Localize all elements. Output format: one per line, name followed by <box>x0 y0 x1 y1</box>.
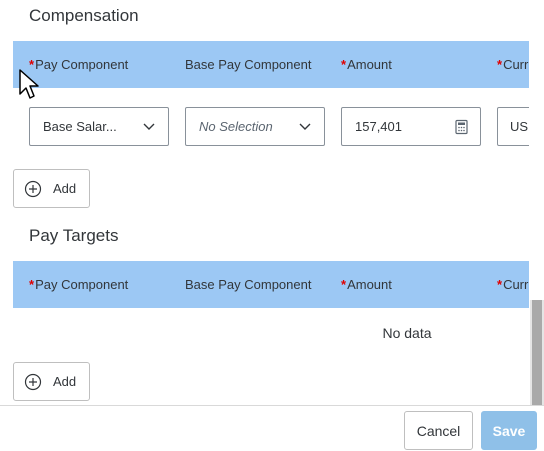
no-data-text: No data <box>382 325 432 341</box>
column-header-currency: *Curr <box>497 57 529 72</box>
chevron-down-icon <box>299 123 311 130</box>
currency-value: US <box>510 119 529 134</box>
pay-targets-add-button[interactable]: Add <box>13 362 90 401</box>
pay-component-select[interactable]: Base Salar... <box>29 107 169 146</box>
add-circle-icon <box>24 180 42 197</box>
column-header-pay-component: *Pay Component <box>29 57 129 72</box>
base-pay-component-select[interactable]: No Selection <box>185 107 325 146</box>
column-header-amount: *Amount <box>341 57 392 72</box>
scrollbar-thumb[interactable] <box>532 300 542 405</box>
cancel-button[interactable]: Cancel <box>404 411 473 450</box>
column-header-currency: *Curr <box>497 277 529 292</box>
pay-targets-title: Pay Targets <box>29 226 119 245</box>
add-button-label: Add <box>53 374 77 389</box>
amount-value: 157,401 <box>355 119 402 134</box>
column-header-amount: *Amount <box>341 277 392 292</box>
pay-targets-table-header: *Pay Component Base Pay Component *Amoun… <box>13 261 529 308</box>
add-circle-icon <box>24 373 42 390</box>
mouse-cursor-icon <box>19 69 39 99</box>
base-pay-component-value: No Selection <box>199 119 273 134</box>
column-header-base-pay-component: Base Pay Component <box>185 57 312 72</box>
compensation-table-header: *Pay Component Base Pay Component *Amoun… <box>13 41 529 88</box>
save-button[interactable]: Save <box>481 411 537 450</box>
calculator-icon[interactable] <box>454 119 470 135</box>
compensation-add-button[interactable]: Add <box>13 169 90 208</box>
amount-input[interactable]: 157,401 <box>341 107 481 146</box>
chevron-down-icon <box>143 123 155 130</box>
dialog-footer: Cancel Save <box>0 405 544 451</box>
pay-component-value: Base Salar... <box>43 119 117 134</box>
add-button-label: Add <box>53 181 77 196</box>
compensation-title: Compensation <box>29 6 139 25</box>
column-header-pay-component: *Pay Component <box>29 277 129 292</box>
column-header-base-pay-component: Base Pay Component <box>185 277 312 292</box>
